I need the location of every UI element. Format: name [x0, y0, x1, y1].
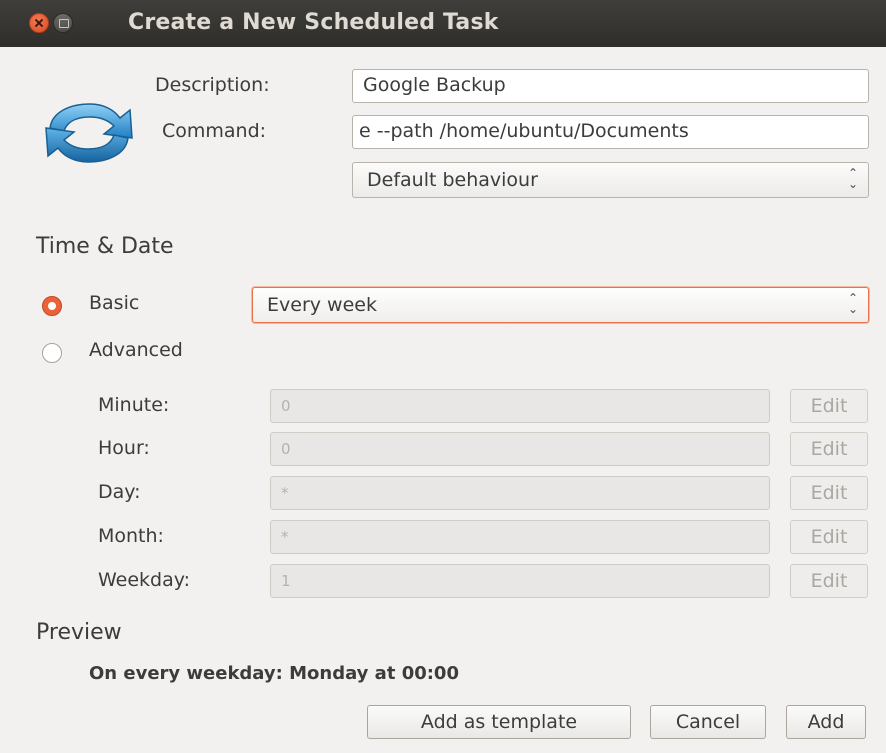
- minute-label: Minute:: [98, 394, 170, 416]
- close-icon[interactable]: [29, 13, 49, 33]
- command-label: Command:: [162, 120, 267, 142]
- hour-label: Hour:: [98, 437, 150, 459]
- weekday-edit-button[interactable]: Edit: [790, 564, 868, 598]
- advanced-radio[interactable]: [42, 343, 62, 363]
- description-input[interactable]: Google Backup: [352, 69, 869, 103]
- month-label: Month:: [98, 525, 164, 547]
- minute-edit-button[interactable]: Edit: [790, 389, 868, 423]
- description-label: Description:: [155, 74, 270, 96]
- hour-input[interactable]: 0: [270, 432, 770, 466]
- advanced-label[interactable]: Advanced: [89, 339, 183, 361]
- month-edit-button[interactable]: Edit: [790, 520, 868, 554]
- time-date-heading: Time & Date: [36, 234, 174, 259]
- day-label: Day:: [98, 481, 141, 503]
- behaviour-combo[interactable]: Default behaviour ⌃ ⌄: [352, 162, 869, 198]
- weekday-label: Weekday:: [98, 569, 191, 591]
- up-down-arrows-icon: ⌃ ⌄: [847, 291, 858, 316]
- add-button[interactable]: Add: [786, 705, 866, 739]
- basic-frequency-combo[interactable]: Every week ⌃ ⌄: [252, 287, 869, 323]
- scheduled-task-dialog: Create a New Scheduled Task Description:…: [0, 0, 886, 753]
- refresh-sync-icon: [45, 103, 133, 163]
- window-title: Create a New Scheduled Task: [128, 10, 499, 35]
- minimize-icon[interactable]: [53, 13, 73, 33]
- behaviour-combo-value: Default behaviour: [367, 169, 538, 191]
- basic-radio[interactable]: [42, 296, 62, 316]
- cancel-button[interactable]: Cancel: [650, 705, 766, 739]
- weekday-input[interactable]: 1: [270, 564, 770, 598]
- basic-frequency-value: Every week: [267, 294, 377, 316]
- minute-input[interactable]: 0: [270, 389, 770, 423]
- up-down-arrows-icon: ⌃ ⌄: [847, 166, 858, 191]
- title-bar: Create a New Scheduled Task: [0, 0, 886, 47]
- month-input[interactable]: *: [270, 520, 770, 554]
- basic-label[interactable]: Basic: [89, 292, 139, 314]
- add-as-template-button[interactable]: Add as template: [367, 705, 631, 739]
- day-edit-button[interactable]: Edit: [790, 476, 868, 510]
- command-input[interactable]: e --path /home/ubuntu/Documents: [352, 115, 869, 149]
- preview-heading: Preview: [36, 620, 122, 645]
- hour-edit-button[interactable]: Edit: [790, 432, 868, 466]
- day-input[interactable]: *: [270, 476, 770, 510]
- preview-text: On every weekday: Monday at 00:00: [89, 663, 459, 684]
